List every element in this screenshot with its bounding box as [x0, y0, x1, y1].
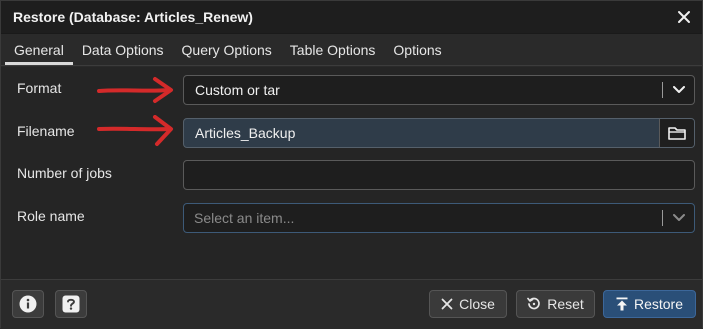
tab-bar: General Data Options Query Options Table… — [1, 34, 702, 66]
chevron-down-icon[interactable] — [670, 210, 688, 226]
jobs-input[interactable] — [183, 160, 695, 190]
format-select[interactable]: Custom or tar — [183, 75, 695, 105]
filename-value[interactable]: Articles_Backup — [184, 125, 659, 141]
tab-label: Query Options — [181, 41, 272, 58]
tab-general[interactable]: General — [5, 34, 73, 65]
reset-button[interactable]: Reset — [516, 290, 595, 318]
tab-label: General — [14, 41, 64, 58]
restore-dialog: Restore (Database: Articles_Renew) Gener… — [0, 0, 703, 329]
annotation-arrow-icon — [97, 115, 173, 146]
tab-label: Table Options — [289, 41, 376, 58]
role-row: Role name Select an item... — [1, 203, 702, 235]
reset-icon — [527, 297, 541, 310]
restore-button[interactable]: Restore — [603, 290, 696, 318]
restore-button-label: Restore — [633, 296, 684, 312]
info-icon — [19, 295, 37, 313]
tab-table-options[interactable]: Table Options — [281, 34, 385, 65]
role-label: Role name — [17, 208, 85, 224]
format-value: Custom or tar — [195, 82, 280, 98]
dialog-footer: Close Reset Restore — [1, 279, 702, 329]
annotation-arrow-icon — [97, 77, 173, 103]
select-separator — [662, 210, 663, 226]
jobs-row: Number of jobs — [1, 160, 702, 192]
help-button[interactable] — [55, 290, 87, 318]
tab-query-options[interactable]: Query Options — [173, 34, 281, 65]
folder-icon[interactable] — [659, 119, 694, 147]
format-label: Format — [17, 80, 62, 96]
jobs-label: Number of jobs — [17, 165, 112, 181]
tab-label: Options — [393, 41, 442, 58]
filename-label: Filename — [17, 123, 75, 139]
close-button-label: Close — [459, 296, 495, 312]
upload-icon — [616, 297, 628, 311]
dialog-titlebar: Restore (Database: Articles_Renew) — [1, 1, 702, 34]
tab-options[interactable]: Options — [384, 34, 450, 65]
close-icon[interactable] — [676, 9, 692, 25]
select-separator — [662, 82, 663, 98]
help-icon — [62, 295, 80, 313]
general-panel: Format Custom or tar Filename Articles_B… — [1, 67, 702, 279]
close-icon — [441, 298, 453, 310]
reset-button-label: Reset — [547, 296, 584, 312]
close-button[interactable]: Close — [429, 290, 507, 318]
filename-field[interactable]: Articles_Backup — [183, 118, 695, 148]
role-select[interactable]: Select an item... — [183, 203, 695, 233]
role-placeholder: Select an item... — [194, 210, 295, 226]
tab-data-options[interactable]: Data Options — [73, 34, 173, 65]
info-button[interactable] — [12, 290, 44, 318]
chevron-down-icon[interactable] — [670, 82, 688, 98]
tab-label: Data Options — [81, 41, 164, 58]
dialog-title: Restore (Database: Articles_Renew) — [13, 9, 253, 25]
